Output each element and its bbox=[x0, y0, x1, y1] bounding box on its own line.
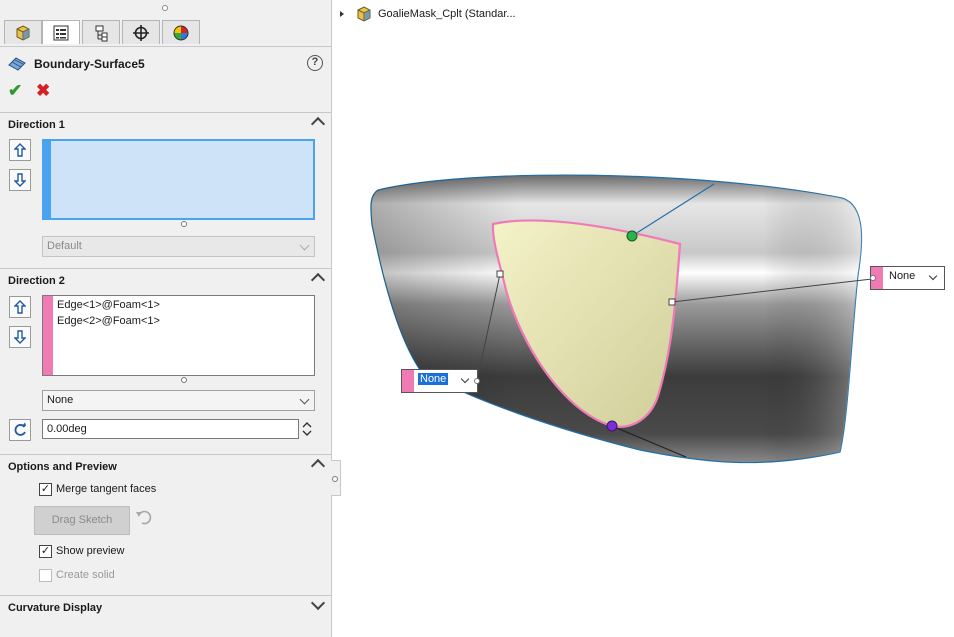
manager-tab-bar bbox=[0, 18, 331, 47]
crosshair-icon bbox=[133, 24, 149, 41]
options-header-label: Options and Preview bbox=[8, 461, 117, 473]
merge-tangent-faces-label: Merge tangent faces bbox=[56, 483, 157, 495]
graphics-viewport[interactable] bbox=[332, 0, 954, 637]
tab-display-manager[interactable] bbox=[162, 20, 200, 44]
panel-splitter-handle[interactable] bbox=[162, 5, 168, 11]
direction1-tangent-type-value: Default bbox=[47, 240, 82, 252]
list-resize-handle[interactable] bbox=[181, 221, 187, 227]
reverse-direction-button[interactable] bbox=[9, 419, 31, 441]
direction2-move-up-button[interactable] bbox=[9, 296, 31, 318]
boundary-surface-icon bbox=[8, 57, 26, 71]
tab-property-manager[interactable] bbox=[42, 20, 80, 44]
draft-angle-input[interactable]: 0.00deg bbox=[42, 419, 299, 439]
spinner-arrows-icon bbox=[302, 422, 312, 436]
part-cube-icon bbox=[16, 24, 30, 41]
connector-point-green bbox=[626, 230, 638, 242]
chevron-down-icon bbox=[299, 240, 310, 251]
direction1-tangent-type-select[interactable]: Default bbox=[42, 236, 315, 257]
collapse-chevron-icon[interactable] bbox=[310, 116, 326, 132]
help-button[interactable]: ? bbox=[307, 55, 323, 71]
callout-anchor bbox=[474, 378, 480, 384]
direction2-group-header[interactable]: Direction 2 bbox=[0, 268, 331, 288]
direction1-group-header[interactable]: Direction 1 bbox=[0, 112, 331, 132]
direction1-curves-list[interactable] bbox=[42, 139, 315, 220]
show-preview-label: Show preview bbox=[56, 545, 125, 557]
direction2-tangent-type-value: None bbox=[47, 394, 74, 406]
drag-sketch-button[interactable]: Drag Sketch bbox=[34, 506, 130, 535]
feature-title: Boundary-Surface5 bbox=[34, 57, 145, 71]
rotate-arrow-icon bbox=[14, 422, 26, 436]
chevron-down-icon[interactable] bbox=[460, 374, 470, 384]
angle-spinner[interactable] bbox=[302, 420, 312, 438]
curvature-header-label: Curvature Display bbox=[8, 602, 103, 614]
direction2-move-down-button[interactable] bbox=[9, 326, 31, 348]
cancel-button[interactable]: ✖ bbox=[36, 82, 50, 99]
chevron-down-icon[interactable] bbox=[928, 271, 938, 281]
connector-point-purple bbox=[606, 420, 618, 432]
right-callout-value[interactable]: None bbox=[889, 270, 915, 282]
list-resize-handle[interactable] bbox=[181, 377, 187, 383]
undo-icon bbox=[136, 510, 152, 525]
curvature-group-header[interactable]: Curvature Display bbox=[0, 595, 331, 615]
drag-sketch-label: Drag Sketch bbox=[51, 514, 113, 526]
list-item[interactable]: Edge<2>@Foam<1> bbox=[57, 315, 160, 327]
direction2-header-label: Direction 2 bbox=[8, 275, 65, 287]
left-tangency-callout[interactable]: None bbox=[401, 369, 480, 393]
tab-dimxpert-manager[interactable] bbox=[122, 20, 160, 44]
arrow-up-icon bbox=[14, 300, 26, 314]
arrow-down-icon bbox=[14, 330, 26, 344]
expand-chevron-icon[interactable] bbox=[310, 595, 326, 611]
ok-button[interactable]: ✔ bbox=[8, 82, 22, 99]
arrow-down-icon bbox=[14, 173, 26, 187]
property-manager-panel: Boundary-Surface5 ? ✔ ✖ Direction 1 Defa… bbox=[0, 0, 332, 637]
tab-feature-manager[interactable] bbox=[4, 20, 42, 44]
list-item[interactable]: Edge<1>@Foam<1> bbox=[57, 299, 160, 311]
options-group-header[interactable]: Options and Preview bbox=[0, 454, 331, 474]
undo-sketch-drag-button[interactable] bbox=[135, 509, 153, 528]
appearance-pie-icon bbox=[173, 25, 189, 40]
direction1-move-down-button[interactable] bbox=[9, 169, 31, 191]
feature-header: Boundary-Surface5 ? bbox=[8, 54, 323, 74]
draft-angle-value: 0.00deg bbox=[47, 423, 87, 435]
configuration-icon bbox=[95, 25, 108, 41]
chevron-down-icon bbox=[299, 394, 310, 405]
create-solid-checkbox[interactable] bbox=[39, 569, 52, 582]
left-callout-value[interactable]: None bbox=[418, 373, 449, 385]
direction2-tangent-type-select[interactable]: None bbox=[42, 390, 315, 411]
right-tangency-callout[interactable]: None bbox=[870, 266, 945, 290]
tangency-handle bbox=[496, 270, 504, 278]
collapse-chevron-icon[interactable] bbox=[310, 272, 326, 288]
tab-configuration-manager[interactable] bbox=[82, 20, 120, 44]
property-list-icon bbox=[53, 25, 69, 40]
callout-anchor bbox=[870, 275, 876, 281]
arrow-up-icon bbox=[14, 143, 26, 157]
direction2-color-swatch bbox=[402, 370, 414, 392]
create-solid-label: Create solid bbox=[56, 569, 115, 581]
direction2-color-accent bbox=[43, 296, 53, 375]
direction1-header-label: Direction 1 bbox=[8, 119, 65, 131]
collapse-chevron-icon[interactable] bbox=[310, 458, 326, 474]
direction1-move-up-button[interactable] bbox=[9, 139, 31, 161]
merge-tangent-faces-checkbox[interactable]: ✓ bbox=[39, 483, 52, 496]
direction1-color-accent bbox=[42, 139, 51, 220]
tangency-handle bbox=[668, 298, 676, 306]
show-preview-checkbox[interactable]: ✓ bbox=[39, 545, 52, 558]
